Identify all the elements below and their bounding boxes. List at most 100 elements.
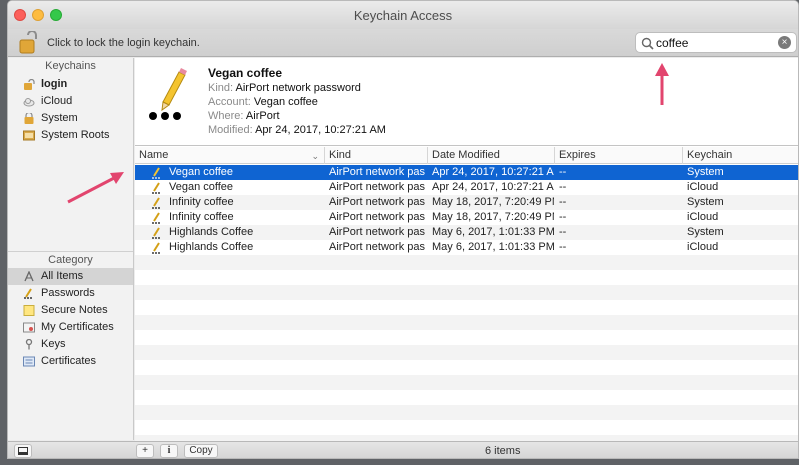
lock-keychain-text[interactable]: Click to lock the login keychain. [47, 37, 200, 49]
empty-row [135, 345, 798, 360]
lock-open-icon[interactable] [18, 31, 38, 55]
cell-date-modified: May 18, 2017, 7:20:49 PM [432, 211, 554, 223]
cell-expires: -- [559, 196, 567, 208]
column-header-keychain[interactable]: Keychain [683, 147, 798, 164]
cell-expires: -- [559, 241, 567, 253]
table-row[interactable]: Highlands Coffee AirPort network pas... … [135, 240, 798, 255]
cell-kind: AirPort network pas... [329, 226, 426, 238]
title-bar: Keychain Access [8, 1, 798, 29]
password-icon [152, 167, 160, 179]
cell-name: Vegan coffee [169, 181, 234, 193]
cloud-icon [23, 98, 35, 107]
column-header-date-modified[interactable]: Date Modified [428, 147, 555, 164]
sidebar-item-icloud[interactable]: iCloud [8, 93, 133, 110]
detail-account-row: Account: Vegan coffee [208, 96, 318, 108]
add-item-button[interactable]: + [136, 444, 154, 458]
column-header-kind[interactable]: Kind [325, 147, 428, 164]
table-body: Vegan coffee AirPort network pas... Apr … [135, 165, 798, 450]
cell-expires: -- [559, 211, 567, 223]
cell-name: Infinity coffee [169, 211, 234, 223]
search-icon [641, 37, 654, 50]
password-icon [152, 242, 160, 254]
sidebar-toggle-button[interactable] [14, 444, 32, 458]
password-icon [152, 227, 160, 239]
keychain-access-window: Keychain Access Click to lock the login … [7, 0, 799, 459]
sidebar-item-label: System [41, 112, 78, 124]
clear-search-icon[interactable]: × [778, 36, 791, 49]
item-count: 6 items [485, 445, 521, 457]
sidebar-item-label: All Items [41, 270, 84, 282]
detail-kind-label: Kind: [208, 82, 234, 94]
lock-icon [24, 113, 34, 124]
password-icon [152, 182, 160, 194]
table-row[interactable]: Highlands Coffee AirPort network pas... … [135, 225, 798, 240]
note-icon [23, 305, 35, 316]
cell-expires: -- [559, 166, 567, 178]
table-row[interactable]: Infinity coffee AirPort network pas... M… [135, 195, 798, 210]
sidebar-item-label: My Certificates [41, 321, 114, 333]
key-icon [25, 339, 33, 350]
sidebar-toggle-icon [18, 447, 28, 455]
password-icon [152, 212, 160, 224]
cell-name: Infinity coffee [169, 196, 234, 208]
empty-row [135, 330, 798, 345]
cell-keychain: System [687, 196, 724, 208]
column-header-expires[interactable]: Expires [555, 147, 683, 164]
category-list: All Items Passwords Secure Notes My Cert… [8, 268, 133, 370]
empty-row [135, 285, 798, 300]
keychains-list: login iCloud System System Roots [8, 76, 133, 144]
sidebar-item-all-items[interactable]: All Items [8, 268, 133, 285]
cell-expires: -- [559, 181, 567, 193]
table-header: Name ⌄ Kind Date Modified Expires Keycha… [135, 147, 798, 164]
sidebar-item-label: Passwords [41, 287, 95, 299]
table-row[interactable]: Vegan coffee AirPort network pas... Apr … [135, 165, 798, 180]
keychains-header: Keychains [45, 60, 96, 72]
cell-keychain: iCloud [687, 181, 719, 193]
detail-modified-row: Modified: Apr 24, 2017, 10:27:21 AM [208, 124, 386, 136]
sidebar-item-label: Keys [41, 338, 66, 350]
sidebar-item-system-roots[interactable]: System Roots [8, 127, 133, 144]
my-certificate-icon [23, 322, 35, 333]
empty-row [135, 405, 798, 420]
sidebar: Keychains login iCloud System System Roo… [8, 58, 134, 440]
sidebar-item-keys[interactable]: Keys [8, 336, 133, 353]
table-row[interactable]: Vegan coffee AirPort network pas... Apr … [135, 180, 798, 195]
detail-where-value: AirPort [245, 110, 280, 122]
sidebar-item-passwords[interactable]: Passwords [8, 285, 133, 302]
annotation-arrow-icon [67, 172, 124, 204]
chevron-down-icon: ⌄ [311, 151, 319, 161]
cell-keychain: iCloud [687, 241, 719, 253]
detail-where-label: Where: [208, 110, 244, 122]
sidebar-item-my-certificates[interactable]: My Certificates [8, 319, 133, 336]
cell-name: Highlands Coffee [169, 241, 254, 253]
search-input[interactable] [656, 35, 776, 50]
sidebar-item-label: Secure Notes [41, 304, 108, 316]
window-title: Keychain Access [353, 8, 453, 23]
column-header-name[interactable]: Name ⌄ [135, 147, 325, 164]
sidebar-item-login[interactable]: login [8, 76, 133, 93]
cell-date-modified: May 18, 2017, 7:20:49 PM [432, 196, 554, 208]
all-items-icon [24, 271, 34, 282]
empty-row [135, 375, 798, 390]
password-icon [152, 197, 160, 209]
items-table: Name ⌄ Kind Date Modified Expires Keycha… [135, 147, 798, 450]
detail-modified-label: Modified: [208, 124, 253, 136]
cell-kind: AirPort network pas... [329, 241, 426, 253]
cell-name: Highlands Coffee [169, 226, 254, 238]
detail-account-value: Vegan coffee [253, 96, 318, 108]
password-icon [24, 288, 32, 299]
search-field[interactable]: × [635, 32, 797, 53]
detail-kind-value: AirPort network password [235, 82, 361, 94]
cell-keychain: System [687, 226, 724, 238]
cell-date-modified: Apr 24, 2017, 10:27:21 AM [432, 166, 554, 178]
table-row[interactable]: Infinity coffee AirPort network pas... M… [135, 210, 798, 225]
sidebar-item-certificates[interactable]: Certificates [8, 353, 133, 370]
cell-kind: AirPort network pas... [329, 166, 426, 178]
sidebar-item-secure-notes[interactable]: Secure Notes [8, 302, 133, 319]
copy-button[interactable]: Copy [184, 444, 218, 458]
detail-account-label: Account: [208, 96, 251, 108]
sidebar-item-label: iCloud [41, 95, 73, 107]
empty-row [135, 315, 798, 330]
sidebar-item-system[interactable]: System [8, 110, 133, 127]
info-button[interactable]: i [160, 444, 178, 458]
